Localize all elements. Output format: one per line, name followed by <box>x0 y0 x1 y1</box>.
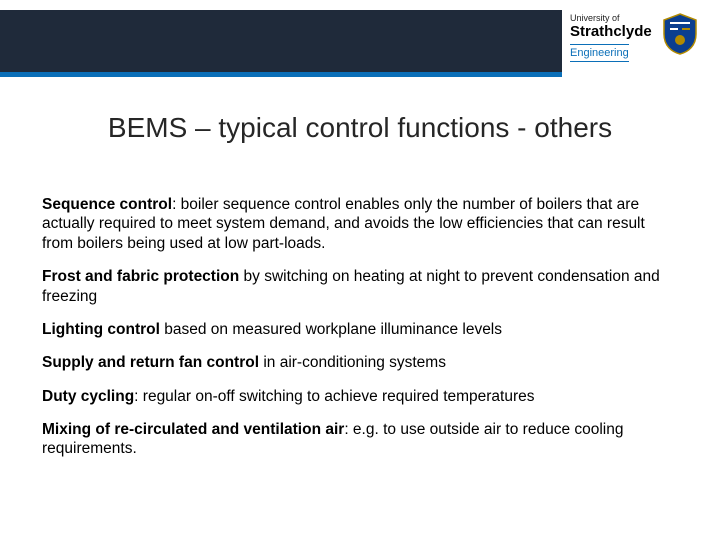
para-duty-cycling: Duty cycling: regular on-off switching t… <box>42 387 678 406</box>
rest: in air-conditioning systems <box>259 354 446 371</box>
para-sequence-control: Sequence control: boiler sequence contro… <box>42 195 678 253</box>
lead: Supply and return fan control <box>42 354 259 371</box>
lead: Mixing of re-circulated and ventilation … <box>42 421 344 438</box>
slide: University of Strathclyde Engineering BE… <box>0 0 720 540</box>
para-lighting-control: Lighting control based on measured workp… <box>42 320 678 339</box>
para-fan-control: Supply and return fan control in air-con… <box>42 353 678 372</box>
para-mixing-air: Mixing of re-circulated and ventilation … <box>42 420 678 459</box>
engineering-label: Engineering <box>570 44 629 62</box>
rest: based on measured workplane illuminance … <box>160 321 502 338</box>
header-bar-dark <box>0 10 562 72</box>
lead: Lighting control <box>42 321 160 338</box>
slide-body: Sequence control: boiler sequence contro… <box>42 195 678 473</box>
header-bar-accent <box>0 72 562 77</box>
rest: : regular on-off switching to achieve re… <box>134 388 534 405</box>
university-logo: University of Strathclyde Engineering <box>570 12 700 62</box>
crest-icon <box>660 12 700 56</box>
lead: Frost and fabric protection <box>42 268 239 285</box>
para-frost-protection: Frost and fabric protection by switching… <box>42 267 678 306</box>
lead: Sequence control <box>42 196 172 213</box>
lead: Duty cycling <box>42 388 134 405</box>
slide-title: BEMS – typical control functions - other… <box>0 112 720 144</box>
